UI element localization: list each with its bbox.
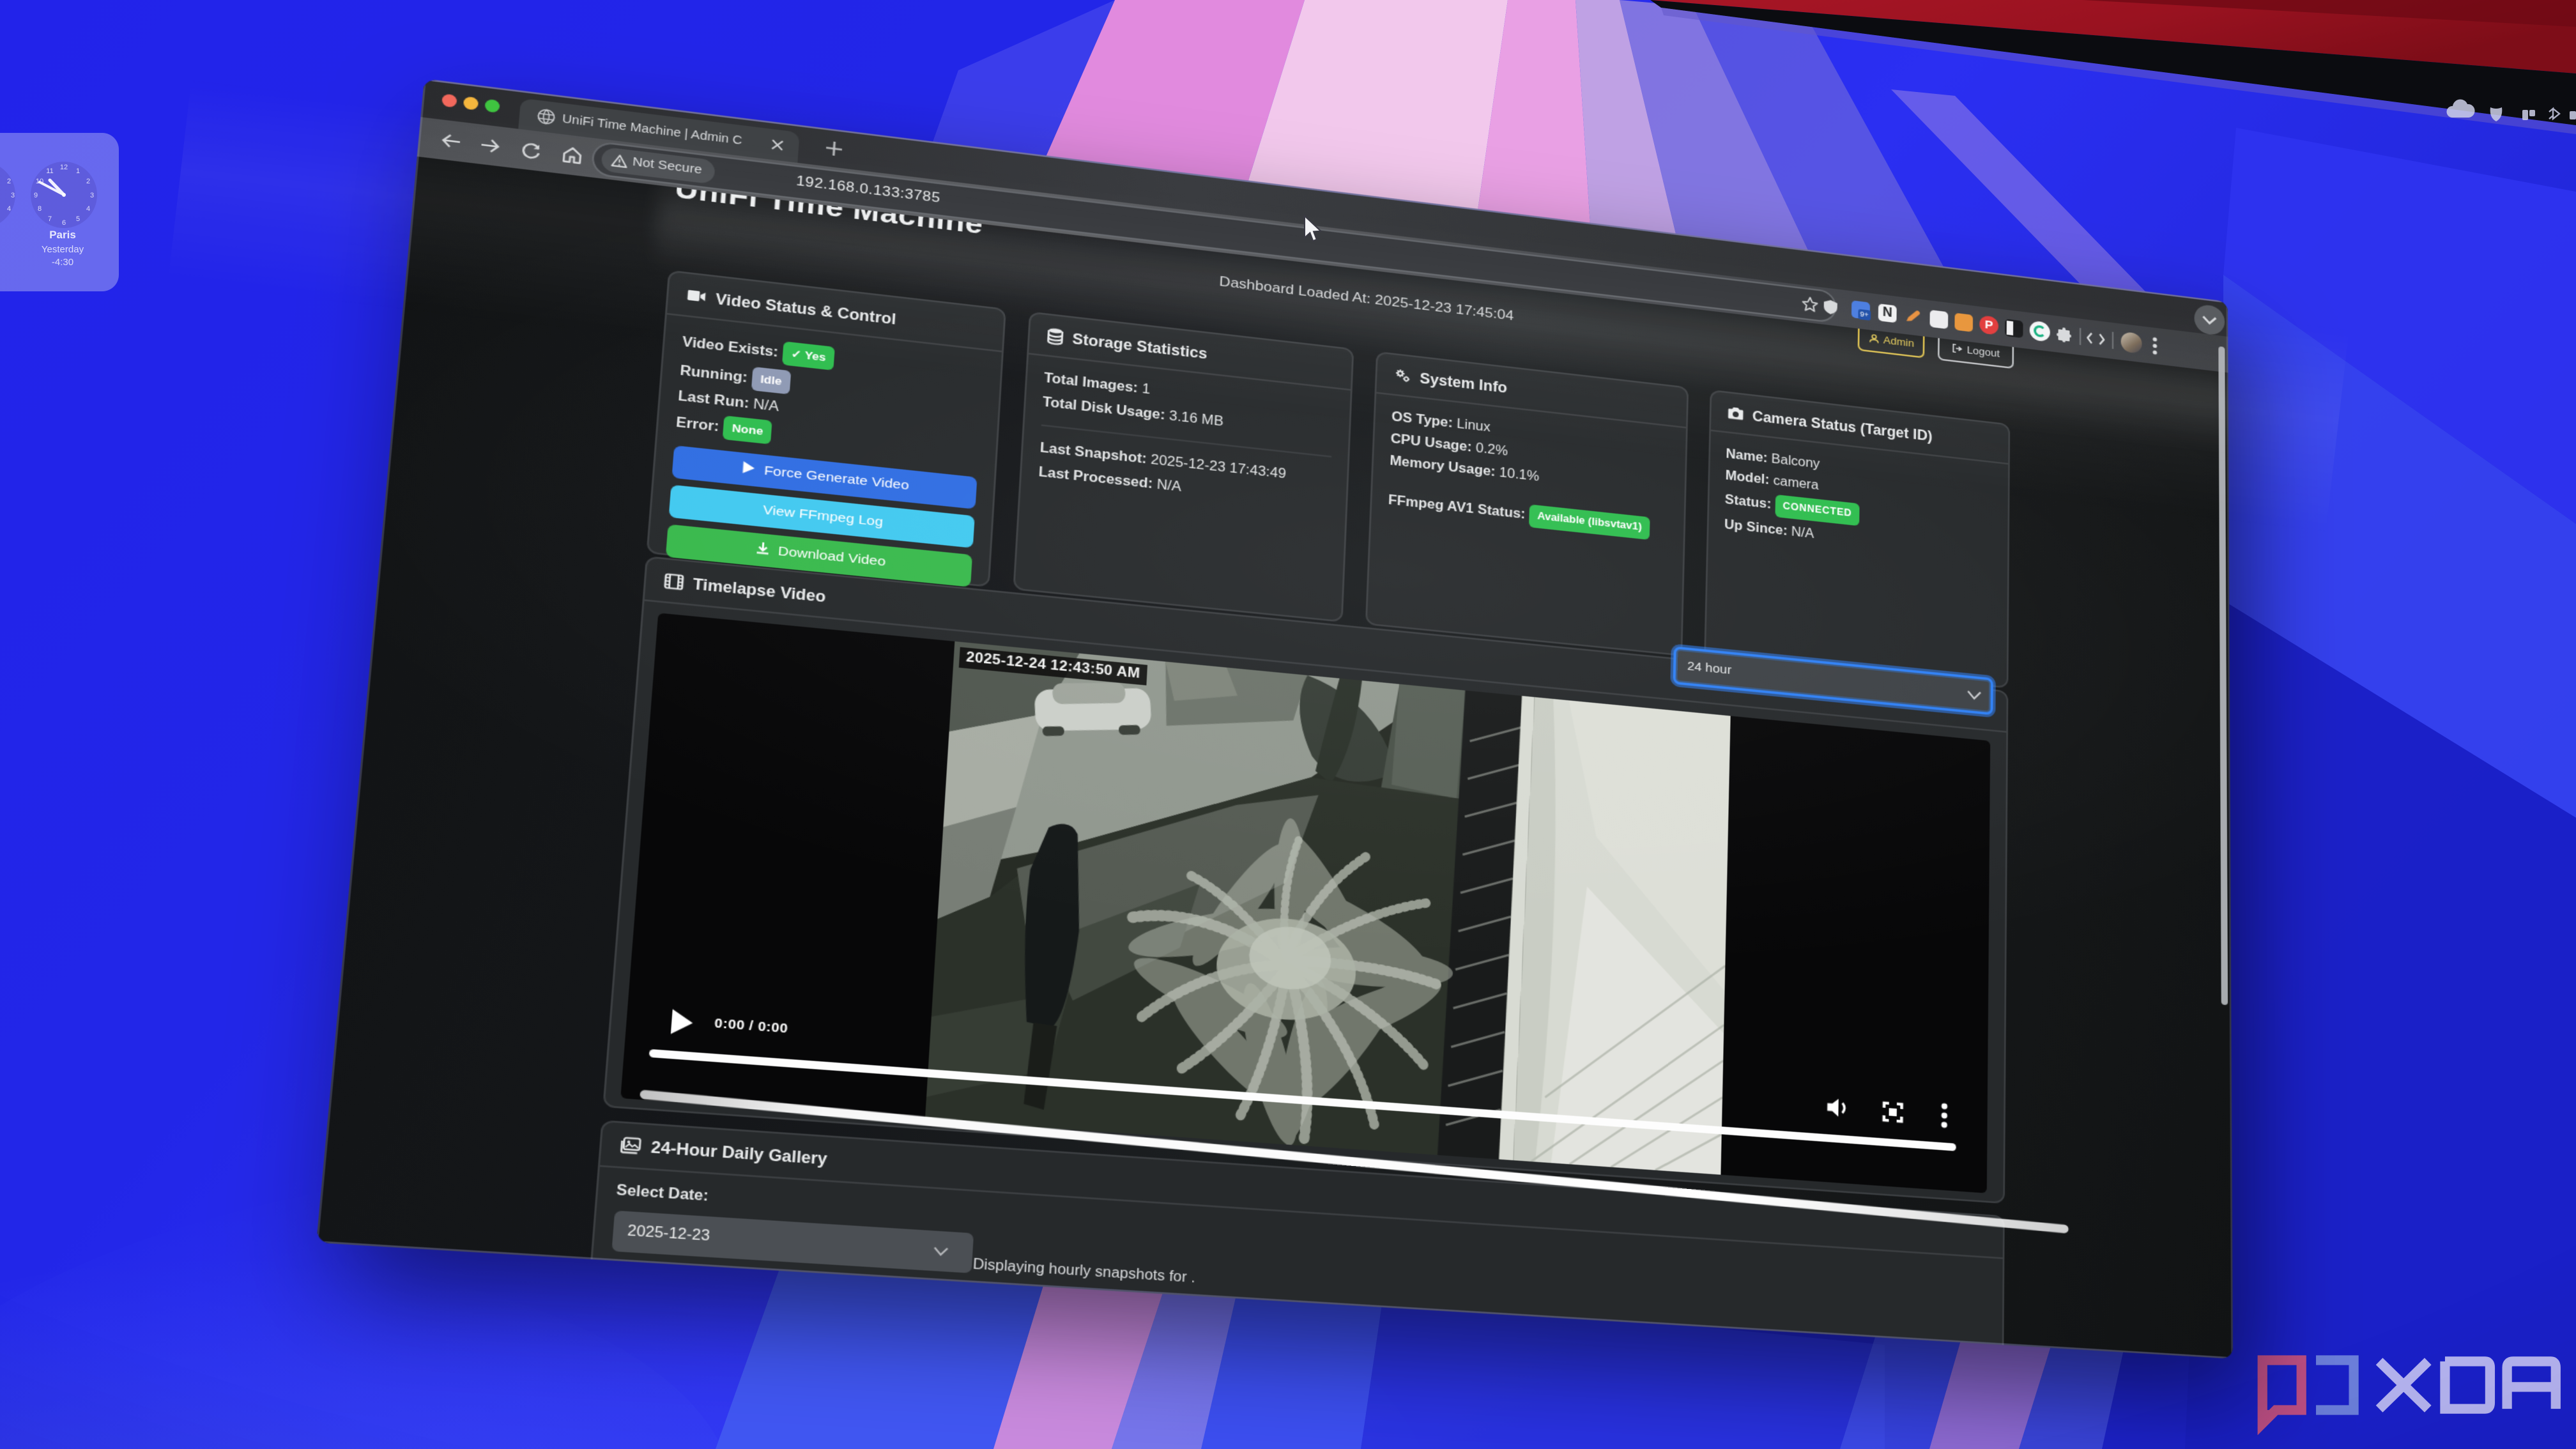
svg-text:12: 12	[60, 164, 68, 171]
svg-text:Paris: Paris	[49, 229, 76, 241]
svg-text:9: 9	[34, 192, 38, 199]
svg-text:1: 1	[76, 167, 80, 175]
svg-text:2: 2	[86, 178, 90, 185]
svg-text:7: 7	[48, 215, 52, 223]
svg-text:3: 3	[11, 192, 15, 199]
svg-text:8: 8	[38, 205, 42, 213]
svg-text:3: 3	[90, 192, 94, 199]
svg-text:6: 6	[62, 219, 66, 227]
svg-text:5: 5	[76, 215, 80, 223]
svg-text:-4:30: -4:30	[52, 257, 73, 268]
svg-text:2: 2	[7, 178, 11, 185]
svg-text:Yesterday: Yesterday	[42, 244, 84, 255]
svg-text:4: 4	[86, 205, 90, 213]
svg-text:11: 11	[46, 167, 53, 175]
svg-text:4: 4	[7, 205, 11, 213]
